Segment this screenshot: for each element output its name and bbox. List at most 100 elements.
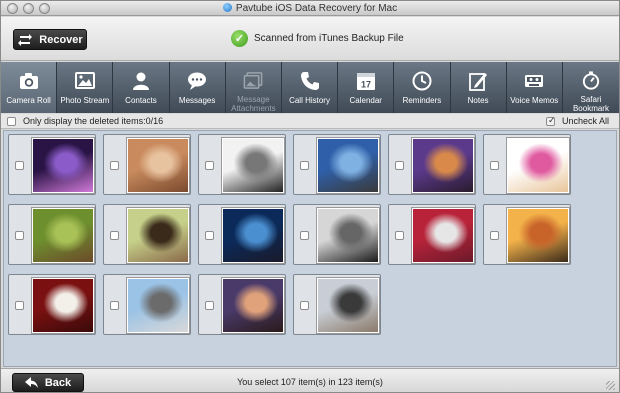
tab-label: Safari Bookmark (572, 95, 609, 113)
tab-label: Message Attachments (231, 95, 276, 113)
bear-grass-photo[interactable] (32, 208, 94, 263)
statue-sky-photo[interactable] (317, 138, 379, 193)
photo-checkbox[interactable] (490, 161, 499, 170)
attachments-icon (243, 72, 263, 89)
tab-label: Notes (467, 96, 489, 105)
resize-grip[interactable] (606, 381, 615, 390)
photo-tile[interactable] (483, 134, 571, 195)
tab-calendar[interactable]: 17 Calendar (338, 62, 395, 113)
photo-checkbox[interactable] (205, 301, 214, 310)
photo-checkbox[interactable] (300, 301, 309, 310)
castle-night-photo[interactable] (222, 208, 284, 263)
checkmark-icon: ✓ (231, 30, 248, 47)
tab-label: Messages (178, 96, 216, 105)
deleted-only-label: Only display the deleted items:0/16 (23, 116, 164, 126)
tab-camera-roll[interactable]: Camera Roll (1, 62, 58, 113)
minimize-window-button[interactable] (23, 3, 34, 14)
tab-label: Photo Stream (60, 96, 110, 105)
recover-label: Recover (39, 33, 83, 46)
graduation-crowd-photo[interactable] (412, 208, 474, 263)
photo-checkbox[interactable] (205, 231, 214, 240)
photo-checkbox[interactable] (395, 231, 404, 240)
voice-memo-icon (525, 75, 544, 87)
photo-checkbox[interactable] (395, 161, 404, 170)
photo-tile[interactable] (8, 134, 96, 195)
tab-voice-memos[interactable]: Voice Memos (507, 62, 563, 113)
photo-tile[interactable] (8, 204, 96, 265)
app-window: Pavtube iOS Data Recovery for Mac Recove… (0, 0, 620, 393)
photo-checkbox[interactable] (205, 161, 214, 170)
window-title: Pavtube iOS Data Recovery for Mac (235, 3, 398, 14)
bw-portrait-pair-photo[interactable] (222, 138, 284, 193)
tab-photo-stream[interactable]: Photo Stream (57, 62, 114, 113)
photo-grid (3, 130, 617, 367)
two-women-photo[interactable] (222, 278, 284, 333)
recover-button[interactable]: Recover (13, 29, 87, 50)
tab-label: Calendar (349, 96, 382, 105)
zoom-window-button[interactable] (39, 3, 50, 14)
photo-checkbox[interactable] (300, 231, 309, 240)
messages-icon (188, 72, 207, 90)
woman-field-photo[interactable] (127, 208, 189, 263)
tab-call-history[interactable]: Call History (282, 62, 339, 113)
concert-lights-photo[interactable] (32, 138, 94, 193)
deleted-only-checkbox[interactable] (7, 116, 16, 126)
close-window-button[interactable] (7, 3, 18, 14)
tab-label: Voice Memos (510, 96, 559, 105)
photo-tile[interactable] (103, 274, 191, 335)
photo-tile[interactable] (103, 134, 191, 195)
clock-icon (412, 71, 432, 91)
tab-messages[interactable]: Messages (170, 62, 226, 113)
calendar-icon: 17 (356, 73, 375, 90)
tab-safari-bookmark[interactable]: Safari Bookmark (563, 62, 619, 113)
scan-status: ✓ Scanned from iTunes Backup File (231, 30, 404, 47)
recover-arrows-icon (18, 33, 33, 46)
sunset-tree-photo[interactable] (507, 208, 569, 263)
photo-tile[interactable] (293, 204, 381, 265)
contacts-icon (132, 72, 149, 90)
tab-label: Camera Roll (6, 96, 51, 105)
photo-checkbox[interactable] (110, 161, 119, 170)
tab-label: Contacts (125, 96, 157, 105)
bw-baby-photo[interactable] (317, 208, 379, 263)
tab-label: Call History (289, 96, 330, 105)
photo-checkbox[interactable] (110, 301, 119, 310)
tab-contacts[interactable]: Contacts (113, 62, 170, 113)
uncheck-all-control[interactable]: Uncheck All (545, 115, 609, 126)
safari-bookmark-icon (582, 71, 600, 90)
notes-icon (469, 73, 488, 91)
photo-tile[interactable] (198, 134, 286, 195)
scan-status-text: Scanned from iTunes Backup File (254, 33, 404, 44)
photo-stream-icon (74, 72, 95, 89)
camera-icon (19, 73, 38, 89)
eye-makeup-photo[interactable] (412, 138, 474, 193)
airshow-plane-photo[interactable] (127, 278, 189, 333)
deleted-only-filter[interactable]: Only display the deleted items:0/16 (7, 116, 163, 126)
tab-notes[interactable]: Notes (451, 62, 507, 113)
selection-summary: You select 107 item(s) in 123 item(s) (237, 377, 383, 387)
tab-reminders[interactable]: Reminders (394, 62, 451, 113)
photo-tile[interactable] (198, 204, 286, 265)
baby-face-photo[interactable] (127, 138, 189, 193)
photo-tile[interactable] (388, 134, 476, 195)
photo-tile[interactable] (388, 204, 476, 265)
app-logo-icon (222, 3, 232, 12)
photo-checkbox[interactable] (490, 231, 499, 240)
three-men-photo[interactable] (317, 278, 379, 333)
photo-checkbox[interactable] (15, 161, 24, 170)
photo-tile[interactable] (198, 274, 286, 335)
photo-tile[interactable] (103, 204, 191, 265)
uncheck-all-checkbox[interactable] (545, 115, 556, 126)
photo-checkbox[interactable] (15, 301, 24, 310)
beyonce-poster-photo[interactable] (507, 138, 569, 193)
title-bar: Pavtube iOS Data Recovery for Mac (1, 1, 619, 16)
photo-tile[interactable] (293, 274, 381, 335)
tab-message-attachments[interactable]: Message Attachments (226, 62, 282, 113)
pope-waving-photo[interactable] (32, 278, 94, 333)
photo-tile[interactable] (483, 204, 571, 265)
photo-checkbox[interactable] (15, 231, 24, 240)
photo-checkbox[interactable] (300, 161, 309, 170)
photo-tile[interactable] (8, 274, 96, 335)
photo-checkbox[interactable] (110, 231, 119, 240)
photo-tile[interactable] (293, 134, 381, 195)
